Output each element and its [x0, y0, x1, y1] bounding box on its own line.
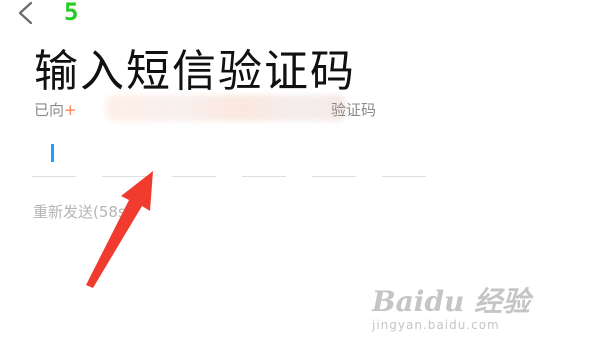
text-caret: [51, 144, 54, 162]
baidu-jingyan-watermark: Baidu 经验 jingyan.baidu.com: [372, 285, 572, 345]
code-digit-5[interactable]: [312, 140, 356, 177]
page-title: 输入短信验证码: [34, 46, 356, 97]
code-digit-3[interactable]: [172, 140, 216, 177]
code-digit-2[interactable]: [102, 140, 146, 177]
resend-countdown: 重新发送(58s): [33, 203, 132, 221]
back-button[interactable]: [12, 0, 38, 28]
watermark-logo: Baidu 经验: [372, 285, 531, 318]
subtitle-suffix: 验证码: [331, 101, 377, 119]
code-digit-4[interactable]: [242, 140, 286, 177]
country-code-plus: +: [64, 101, 77, 119]
chevron-left-icon: [18, 1, 33, 25]
sms-sent-notice: 已向+: [34, 99, 77, 121]
verification-code-input[interactable]: [32, 140, 432, 180]
redacted-phone-number: [106, 95, 346, 121]
watermark-url: jingyan.baidu.com: [372, 318, 500, 332]
code-digit-6[interactable]: [382, 140, 426, 177]
arrow-shape: [86, 171, 153, 288]
subtitle-prefix: 已向: [34, 101, 65, 119]
code-digit-1[interactable]: [32, 140, 76, 177]
step-number: 5: [64, 0, 79, 26]
